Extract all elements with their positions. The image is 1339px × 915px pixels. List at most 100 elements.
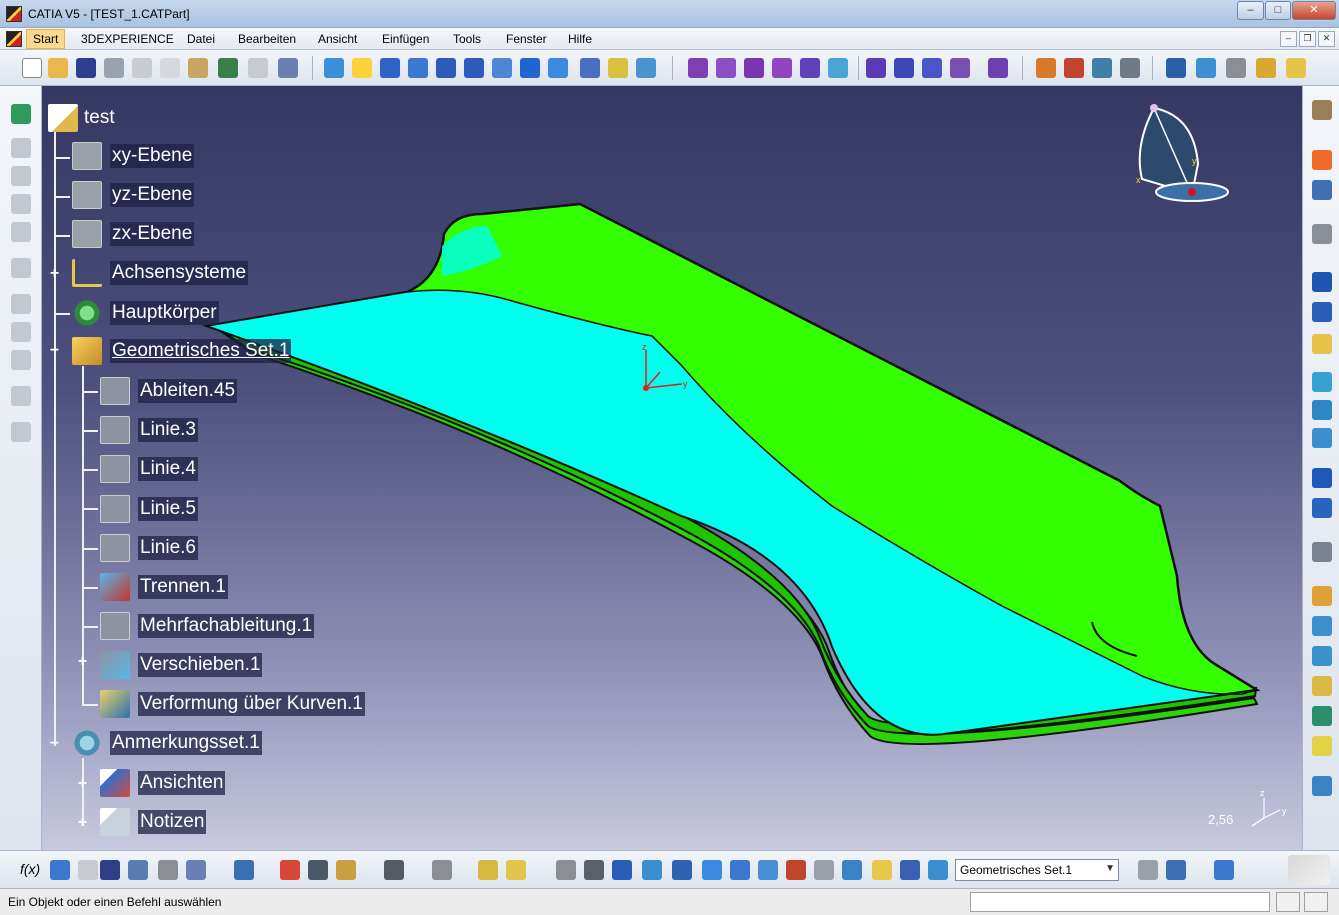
menu-hilfe[interactable]: Hilfe xyxy=(565,31,595,47)
knowledge-icon[interactable] xyxy=(78,860,98,880)
multiple-extract-icon[interactable] xyxy=(1226,58,1246,78)
snap-point-icon[interactable] xyxy=(786,860,806,880)
command-button[interactable] xyxy=(1276,892,1300,912)
join-icon[interactable] xyxy=(866,58,886,78)
boolean-icon[interactable] xyxy=(11,386,31,406)
spline-icon[interactable] xyxy=(1312,498,1332,518)
command-options-button[interactable] xyxy=(1304,892,1328,912)
hand-icon[interactable] xyxy=(584,860,604,880)
swap-space-icon[interactable] xyxy=(636,58,656,78)
projection-icon[interactable] xyxy=(1312,372,1332,392)
menu-3dexperience[interactable]: 3DEXPERIENCE xyxy=(78,31,177,47)
rotate-icon[interactable] xyxy=(408,58,428,78)
cut-icon[interactable] xyxy=(132,58,152,78)
light-bulb-icon[interactable] xyxy=(872,860,892,880)
box-select-icon[interactable] xyxy=(758,860,778,880)
zoom-in-icon[interactable] xyxy=(436,58,456,78)
insert-body-icon[interactable] xyxy=(478,860,498,880)
hierarchy-icon[interactable] xyxy=(642,860,662,880)
sphere-icon[interactable] xyxy=(744,58,764,78)
connect-checker-icon[interactable] xyxy=(1214,860,1234,880)
inertia-icon[interactable] xyxy=(308,860,328,880)
menu-einfuegen[interactable]: Einfügen xyxy=(379,31,432,47)
sweep-icon[interactable] xyxy=(800,58,820,78)
fill-icon[interactable] xyxy=(828,58,848,78)
hole-icon[interactable] xyxy=(11,258,31,278)
disassemble-icon[interactable] xyxy=(950,58,970,78)
cube-icon[interactable] xyxy=(730,860,750,880)
thick-surface-icon[interactable] xyxy=(11,422,31,442)
extrude-icon[interactable] xyxy=(688,58,708,78)
expand-axis-systems[interactable]: + xyxy=(48,266,61,282)
command-input[interactable] xyxy=(970,892,1270,912)
translate-icon[interactable] xyxy=(1036,58,1056,78)
deviation-icon[interactable] xyxy=(1166,860,1186,880)
menu-fenster[interactable]: Fenster xyxy=(503,31,550,47)
spline-tool-icon[interactable] xyxy=(814,860,834,880)
formula-button[interactable]: f(x) xyxy=(20,861,40,877)
grid-icon[interactable] xyxy=(672,860,692,880)
circle-icon[interactable] xyxy=(1312,468,1332,488)
collapse-geometrical-set[interactable]: − xyxy=(48,343,61,359)
expand-ansichten[interactable]: + xyxy=(76,776,89,792)
fit-all-icon[interactable] xyxy=(352,58,372,78)
mdi-minimize-button[interactable]: – xyxy=(1280,31,1297,47)
line-icon[interactable] xyxy=(1312,302,1332,322)
axis-system-tool-icon[interactable] xyxy=(432,860,452,880)
open-icon[interactable] xyxy=(48,58,68,78)
law-icon[interactable] xyxy=(1312,542,1332,562)
paste-icon[interactable] xyxy=(188,58,208,78)
extrude-surface-icon[interactable] xyxy=(1312,586,1332,606)
offset-surface-icon[interactable] xyxy=(1312,676,1332,696)
document-icon[interactable] xyxy=(6,31,22,47)
menu-start[interactable]: Start xyxy=(26,29,66,49)
revolve-icon[interactable] xyxy=(716,58,736,78)
rotate-transform-icon[interactable] xyxy=(1064,58,1084,78)
apply-material-icon[interactable] xyxy=(336,860,356,880)
menu-bearbeiten[interactable]: Bearbeiten xyxy=(235,31,299,47)
stack-icon[interactable] xyxy=(900,860,920,880)
new-icon[interactable] xyxy=(22,58,42,78)
shading-icon[interactable] xyxy=(580,58,600,78)
pad-icon[interactable] xyxy=(11,138,31,158)
comment-icon[interactable] xyxy=(50,860,70,880)
current-set-dropdown[interactable]: Geometrisches Set.1 ▼ xyxy=(955,859,1119,881)
symmetry-icon[interactable] xyxy=(1092,58,1112,78)
sketcher-icon[interactable] xyxy=(1312,224,1332,244)
copy-icon[interactable] xyxy=(160,58,180,78)
point-icon[interactable] xyxy=(1312,272,1332,292)
hide-show-icon[interactable] xyxy=(608,58,628,78)
set-tool-icon[interactable] xyxy=(928,860,948,880)
pocket-icon[interactable] xyxy=(11,166,31,186)
intersection-icon[interactable] xyxy=(1312,400,1332,420)
undo-icon[interactable] xyxy=(218,58,238,78)
normal-view-icon[interactable] xyxy=(492,58,512,78)
shaft-icon[interactable] xyxy=(11,194,31,214)
fill-surface-icon[interactable] xyxy=(1312,736,1332,756)
mdi-restore-button[interactable]: ❐ xyxy=(1299,31,1316,47)
axis-icon[interactable] xyxy=(612,860,632,880)
multi-view-icon[interactable] xyxy=(520,58,540,78)
rib-icon[interactable] xyxy=(11,294,31,314)
menu-ansicht[interactable]: Ansicht xyxy=(315,31,360,47)
parallel-curve-icon[interactable] xyxy=(1312,428,1332,448)
extract-icon[interactable] xyxy=(1166,58,1186,78)
whats-this-icon[interactable] xyxy=(278,58,298,78)
multi-section-icon[interactable] xyxy=(11,350,31,370)
pan-icon[interactable] xyxy=(380,58,400,78)
menu-datei[interactable]: Datei xyxy=(184,31,218,47)
untrim-icon[interactable] xyxy=(922,58,942,78)
tree-structure-icon[interactable] xyxy=(128,860,148,880)
save-icon[interactable] xyxy=(76,58,96,78)
rotate-axis-icon[interactable] xyxy=(1312,776,1332,796)
mdi-close-button[interactable]: ✕ xyxy=(1318,31,1335,47)
fillet-icon[interactable] xyxy=(1256,58,1276,78)
collapse-annotation-set[interactable]: − xyxy=(48,736,61,752)
split-icon[interactable] xyxy=(988,58,1008,78)
analysis-icon[interactable] xyxy=(1138,860,1158,880)
iso-view-icon[interactable] xyxy=(548,58,568,78)
expand-verschieben[interactable]: + xyxy=(76,654,89,670)
compass-icon[interactable]: x y xyxy=(1136,104,1229,202)
maximize-button[interactable]: □ xyxy=(1265,1,1291,20)
capture-icon[interactable] xyxy=(384,860,404,880)
